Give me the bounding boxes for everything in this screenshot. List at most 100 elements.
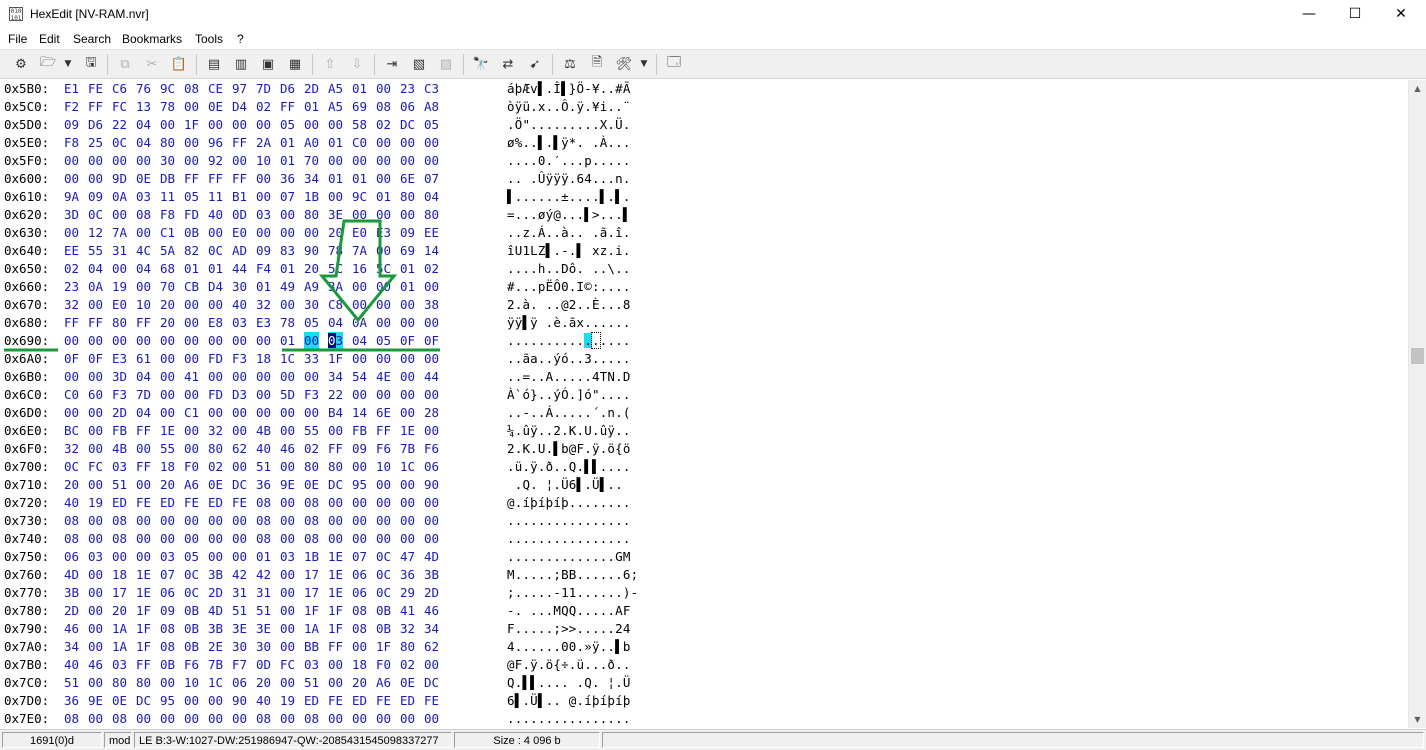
- hex-byte[interactable]: 00: [280, 224, 295, 242]
- hex-byte[interactable]: 00: [376, 80, 391, 98]
- hex-byte[interactable]: 00: [352, 206, 367, 224]
- hex-byte[interactable]: 08: [304, 710, 319, 728]
- hex-byte[interactable]: 00: [376, 494, 391, 512]
- hex-byte[interactable]: 00: [136, 440, 151, 458]
- ascii-column[interactable]: 6▌.Ü▌.. @.íþíþíþ: [507, 692, 631, 710]
- maximize-button[interactable]: ☐: [1332, 0, 1378, 29]
- goto-icon[interactable]: ⇥: [383, 55, 401, 73]
- hex-row[interactable]: 0x6D0: 00 00 2D 04 00 C1 00 00 00 00 00 B4 14 6E 00 28..…: [0, 404, 1408, 422]
- hex-byte[interactable]: 0B: [184, 620, 199, 638]
- hex-byte[interactable]: 3A: [328, 278, 343, 296]
- hex-byte[interactable]: 0E: [136, 170, 151, 188]
- hex-byte[interactable]: 11: [160, 188, 175, 206]
- hex-byte[interactable]: 07: [160, 566, 175, 584]
- hex-byte[interactable]: 00: [208, 224, 223, 242]
- hex-byte[interactable]: 32: [64, 296, 79, 314]
- hex-byte[interactable]: 0A: [112, 188, 127, 206]
- hex-byte[interactable]: 42: [256, 566, 271, 584]
- hex-byte[interactable]: 22: [328, 386, 343, 404]
- hex-byte[interactable]: 09: [256, 242, 271, 260]
- hex-row[interactable]: 0x6A0: 0F 0F E3 61 00 00 FD F3 18 1C 33 1F 00 00 00 00..…: [0, 350, 1408, 368]
- hex-byte[interactable]: 08: [376, 98, 391, 116]
- hex-byte[interactable]: 00: [232, 152, 247, 170]
- hex-byte[interactable]: 08: [160, 620, 175, 638]
- menu-file[interactable]: File: [8, 32, 27, 46]
- hex-byte[interactable]: FF: [136, 314, 151, 332]
- hex-byte[interactable]: 14: [424, 242, 439, 260]
- hex-byte[interactable]: 03: [304, 656, 319, 674]
- hex-byte[interactable]: 09: [400, 224, 415, 242]
- hex-byte[interactable]: 00: [400, 206, 415, 224]
- hex-byte[interactable]: 00: [160, 674, 175, 692]
- hex-byte[interactable]: 00: [160, 404, 175, 422]
- hex-byte[interactable]: 1F: [376, 638, 391, 656]
- hex-byte[interactable]: 0C: [376, 548, 391, 566]
- hex-byte[interactable]: F0: [376, 656, 391, 674]
- hex-byte[interactable]: FC: [112, 98, 127, 116]
- hex-byte[interactable]: FD: [208, 386, 223, 404]
- hex-byte[interactable]: 28: [424, 404, 439, 422]
- hex-byte[interactable]: 00: [208, 692, 223, 710]
- hex-byte[interactable]: 2A: [256, 134, 271, 152]
- hex-byte[interactable]: 12: [88, 224, 103, 242]
- hex-byte[interactable]: B4: [328, 404, 343, 422]
- hex-byte[interactable]: FF: [136, 656, 151, 674]
- hex-byte[interactable]: 00: [352, 350, 367, 368]
- hex-byte[interactable]: 06: [424, 458, 439, 476]
- hex-byte[interactable]: 36: [400, 566, 415, 584]
- hex-byte[interactable]: 00: [304, 404, 319, 422]
- hex-byte[interactable]: FF: [88, 98, 103, 116]
- hex-byte[interactable]: 3D: [64, 206, 79, 224]
- hex-byte[interactable]: FE: [88, 80, 103, 98]
- hex-byte[interactable]: DC: [400, 116, 415, 134]
- hex-byte[interactable]: C0: [64, 386, 79, 404]
- hex-byte[interactable]: 0B: [184, 638, 199, 656]
- hex-byte[interactable]: 1E: [160, 422, 175, 440]
- hex-row[interactable]: 0x630: 00 12 7A 00 C1 0B 00 E0 00 00 00 20 E0 E3 09 EE..…: [0, 224, 1408, 242]
- hex-byte[interactable]: 30: [232, 278, 247, 296]
- hex-byte[interactable]: 69: [352, 98, 367, 116]
- hex-byte[interactable]: 02: [256, 98, 271, 116]
- hex-byte[interactable]: 00: [160, 116, 175, 134]
- hex-byte[interactable]: 3D: [112, 368, 127, 386]
- hex-byte[interactable]: 4D: [64, 566, 79, 584]
- hex-byte[interactable]: 40: [64, 656, 79, 674]
- hex-byte[interactable]: 02: [304, 440, 319, 458]
- hex-byte[interactable]: 01: [352, 80, 367, 98]
- fill-icon[interactable]: ▨: [437, 55, 455, 73]
- hex-byte[interactable]: 00: [280, 206, 295, 224]
- hex-byte[interactable]: 00: [88, 602, 103, 620]
- hex-byte[interactable]: 62: [232, 440, 247, 458]
- hex-byte[interactable]: FF: [280, 98, 295, 116]
- hex-byte[interactable]: 42: [232, 566, 247, 584]
- hex-byte[interactable]: FF: [208, 170, 223, 188]
- hex-byte[interactable]: 30: [304, 296, 319, 314]
- hex-byte[interactable]: 03: [112, 656, 127, 674]
- hex-byte[interactable]: 1F: [328, 602, 343, 620]
- hex-byte[interactable]: A5: [328, 98, 343, 116]
- hex-byte[interactable]: 40: [256, 440, 271, 458]
- hex-byte[interactable]: 00: [304, 368, 319, 386]
- hex-byte[interactable]: 17: [112, 584, 127, 602]
- hex-byte[interactable]: 97: [232, 80, 247, 98]
- hex-byte[interactable]: 22: [112, 116, 127, 134]
- hex-byte[interactable]: 1B: [304, 188, 319, 206]
- hex-byte[interactable]: 31: [256, 584, 271, 602]
- ascii-column[interactable]: -. ...MQQ.....AF: [507, 602, 631, 620]
- hex-byte[interactable]: 46: [64, 620, 79, 638]
- hex-byte[interactable]: 9E: [280, 476, 295, 494]
- hex-byte[interactable]: FF: [232, 134, 247, 152]
- hex-byte[interactable]: 23: [400, 80, 415, 98]
- hex-byte[interactable]: 20: [160, 476, 175, 494]
- hex-row[interactable]: 0x610: 9A 09 0A 03 11 05 11 B1 00 07 1B 00 9C 01 80 04 ▌.…: [0, 188, 1408, 206]
- ascii-column[interactable]: .Q. ¦.Ü6▌.Ü▌..: [507, 476, 623, 494]
- hex-byte[interactable]: 51: [256, 602, 271, 620]
- hex-byte[interactable]: 82: [184, 242, 199, 260]
- hex-byte[interactable]: 0D: [232, 206, 247, 224]
- hex-byte[interactable]: 46: [88, 656, 103, 674]
- hex-byte[interactable]: 08: [352, 602, 367, 620]
- hex-byte[interactable]: 06: [160, 584, 175, 602]
- hex-byte[interactable]: 00: [232, 422, 247, 440]
- hex-byte[interactable]: 04: [424, 188, 439, 206]
- hex-row[interactable]: 0x690: 00 00 00 00 00 00 00 00 00 01 00 03 04 05 0F 0F..…: [0, 332, 1408, 350]
